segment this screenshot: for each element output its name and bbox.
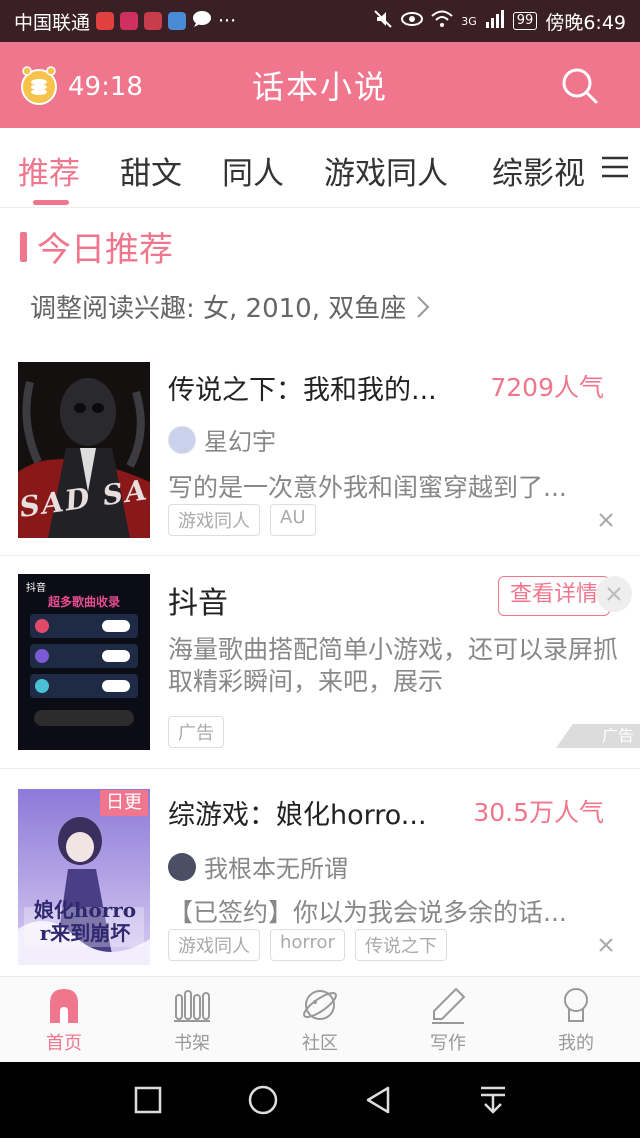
pen-icon <box>432 987 466 1024</box>
author-name: 我根本无所谓 <box>204 855 348 883</box>
book-card[interactable]: 娘化horror来到崩坏 日更 综游戏：娘化horro... 30.5万人气 我… <box>0 769 640 975</box>
popularity-count: 30.5万人气 <box>473 798 604 827</box>
tag[interactable]: 传说之下 <box>354 929 447 961</box>
timer-text: 49:18 <box>68 72 143 102</box>
red-envelope-app-icon <box>144 12 163 30</box>
book-description: 写的是一次意外我和闺蜜穿越到了... <box>168 473 567 502</box>
nav-label: 我的 <box>558 1033 594 1054</box>
nav-label: 社区 <box>302 1033 338 1054</box>
wifi-icon <box>431 10 453 33</box>
nav-profile[interactable]: 我的 <box>512 977 640 1062</box>
tag-row: 游戏同人 horror 传说之下 <box>168 929 447 961</box>
book-cover[interactable]: SAD SA <box>18 362 150 538</box>
author-row: 星幻宇 <box>168 422 276 457</box>
dismiss-button[interactable] <box>598 937 614 953</box>
close-icon <box>599 513 613 527</box>
tab-sweet[interactable]: 甜文 <box>120 148 182 193</box>
carrier-label: 中国联通 <box>14 11 91 34</box>
notification-pulldown-icon[interactable] <box>475 1082 511 1118</box>
search-button[interactable] <box>560 66 600 106</box>
back-icon[interactable] <box>360 1082 396 1118</box>
chevron-right-icon <box>417 295 430 318</box>
home-icon <box>50 989 78 1023</box>
daily-update-badge: 日更 <box>100 790 148 816</box>
tag[interactable]: AU <box>270 504 316 536</box>
nav-write[interactable]: 写作 <box>384 977 512 1062</box>
book-title: 综游戏：娘化horro... <box>168 800 427 831</box>
ad-close-button[interactable] <box>596 576 632 612</box>
ad-description: 海量歌曲搭配简单小游戏，还可以录屏抓取精彩瞬间，来吧，展示 <box>168 635 619 696</box>
author-avatar <box>168 425 196 454</box>
ad-cover-heading: 超多歌曲收录 <box>47 595 120 609</box>
message-icon <box>192 10 212 33</box>
section-header: 今日推荐 <box>20 222 173 271</box>
author-row: 我根本无所谓 <box>168 849 348 884</box>
view-details-button[interactable]: 查看详情 <box>498 576 610 616</box>
recent-apps-icon[interactable] <box>130 1082 166 1118</box>
tag[interactable]: 游戏同人 <box>168 929 260 961</box>
bookshelf-icon <box>174 990 210 1022</box>
author-avatar <box>168 852 196 881</box>
ad-cover[interactable]: 抖音 超多歌曲收录 <box>18 574 150 750</box>
coin-clock-icon <box>18 64 60 110</box>
tag[interactable]: horror <box>270 929 345 961</box>
active-tab-indicator <box>33 200 69 205</box>
tab-game-fanfic[interactable]: 游戏同人 <box>324 148 448 193</box>
nav-label: 书架 <box>174 1033 210 1054</box>
more-notifications-icon: ··· <box>218 10 237 32</box>
tag-row: 游戏同人 AU <box>168 504 316 536</box>
interest-text: 调整阅读兴趣: 女, 2010, 双鱼座 <box>30 294 407 324</box>
nav-label: 首页 <box>46 1033 82 1054</box>
huawei-app-icon <box>96 12 115 30</box>
close-icon <box>599 938 613 952</box>
popularity-count: 7209人气 <box>490 373 604 402</box>
reading-timer[interactable]: 49:18 <box>18 64 143 110</box>
system-navigation-bar <box>0 1062 640 1138</box>
nav-bookshelf[interactable]: 书架 <box>128 977 256 1062</box>
tab-film-tv[interactable]: 综影视 <box>492 148 585 193</box>
section-title: 今日推荐 <box>37 230 173 270</box>
tab-recommend[interactable]: 推荐 <box>18 148 80 193</box>
status-bar: 中国联通 ··· 3G 99 傍晚6:49 <box>0 0 640 42</box>
author-name: 星幻宇 <box>204 428 276 456</box>
close-icon <box>607 587 621 601</box>
bottom-navigation: 首页 书架 社区 写作 我的 <box>0 976 640 1062</box>
mute-icon <box>373 9 393 34</box>
section-accent-bar <box>20 231 27 262</box>
tiktok-app-icon <box>120 12 139 30</box>
adjust-interest-link[interactable]: 调整阅读兴趣: 女, 2010, 双鱼座 <box>30 288 430 325</box>
tab-menu-button[interactable] <box>600 152 630 182</box>
menu-icon <box>602 156 628 178</box>
app-header: 49:18 话本小说 <box>0 42 640 128</box>
battery-indicator: 99 <box>512 12 538 30</box>
book-card[interactable]: SAD SA 传说之下：我和我的... 7209人气 星幻宇 写的是一次意外我和… <box>0 348 640 554</box>
profile-icon <box>564 988 588 1022</box>
category-tabs: 推荐 甜文 同人 游戏同人 综影视 <box>0 128 640 208</box>
planet-icon <box>303 990 337 1020</box>
eye-icon <box>401 10 424 32</box>
search-icon <box>562 68 598 104</box>
book-description: 【已签约】你以为我会说多余的话... <box>168 898 567 927</box>
clock-label: 傍晚6:49 <box>545 11 626 34</box>
cover-caption: 娘化horror来到崩坏 <box>33 898 137 945</box>
nav-label: 写作 <box>430 1033 466 1054</box>
nav-community[interactable]: 社区 <box>256 977 384 1062</box>
nav-home[interactable]: 首页 <box>0 977 128 1062</box>
tag[interactable]: 游戏同人 <box>168 504 260 536</box>
ad-cover-brand: 抖音 <box>26 583 46 594</box>
dismiss-button[interactable] <box>598 512 614 528</box>
tab-fanfic[interactable]: 同人 <box>222 148 284 193</box>
ad-app-name: 抖音 <box>168 586 228 621</box>
book-title: 传说之下：我和我的... <box>168 375 437 406</box>
network-type-label: 3G <box>461 14 477 28</box>
signal-icon <box>485 9 505 33</box>
shield-app-icon <box>168 12 187 30</box>
home-button-icon[interactable] <box>245 1082 281 1118</box>
ad-tag: 广告 <box>168 716 224 748</box>
